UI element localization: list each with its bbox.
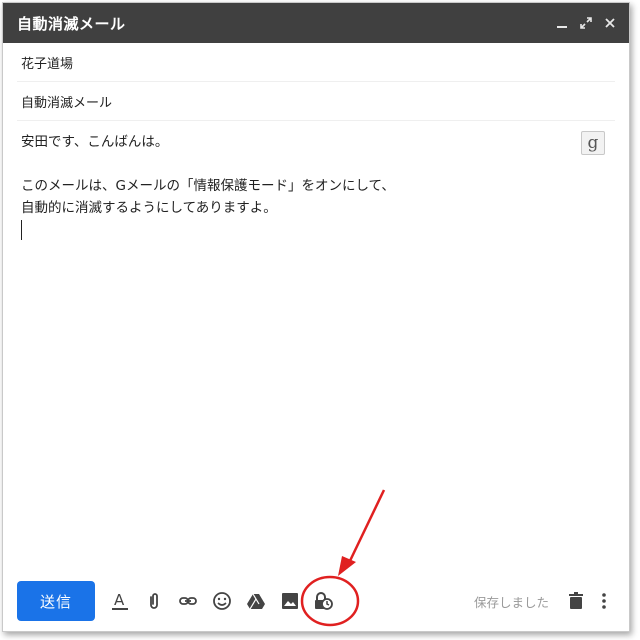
svg-text:A: A <box>114 591 125 609</box>
body-line: このメールは、Gメールの「情報保護モード」をオンにして、 <box>21 178 395 194</box>
confidential-mode-icon[interactable] <box>307 581 341 621</box>
compose-toolbar: 送信 A 保存しました <box>3 579 629 623</box>
subject-field[interactable]: 自動消滅メール <box>17 82 615 121</box>
compose-window: 自動消滅メール 花子道場 自動消滅メール 安田です、こんばんは。 このメールは、… <box>2 2 630 632</box>
expand-icon[interactable] <box>579 16 593 30</box>
compose-titlebar[interactable]: 自動消滅メール <box>3 3 629 43</box>
message-body[interactable]: 安田です、こんばんは。 このメールは、Gメールの「情報保護モード」をオンにして、… <box>17 121 615 571</box>
trash-icon[interactable] <box>559 581 593 621</box>
input-tools-button[interactable]: g <box>581 131 605 155</box>
recipient-text: 花子道場 <box>21 56 74 72</box>
body-line: 安田です、こんばんは。 <box>21 134 169 150</box>
body-line: 自動的に消滅するようにしてありますよ。 <box>21 200 277 216</box>
photo-icon[interactable] <box>273 581 307 621</box>
send-button[interactable]: 送信 <box>17 581 95 621</box>
text-cursor <box>21 220 22 240</box>
compose-title: 自動消滅メール <box>17 14 126 33</box>
saved-status: 保存しました <box>473 594 549 610</box>
link-icon[interactable] <box>171 581 205 621</box>
more-options-icon[interactable] <box>593 581 615 621</box>
emoji-icon[interactable] <box>205 581 239 621</box>
minimize-icon[interactable] <box>555 16 569 30</box>
attach-icon[interactable] <box>137 581 171 621</box>
close-icon[interactable] <box>603 16 617 30</box>
recipients-field[interactable]: 花子道場 <box>17 43 615 82</box>
subject-text: 自動消滅メール <box>21 95 113 111</box>
text-format-icon[interactable]: A <box>103 581 137 621</box>
drive-icon[interactable] <box>239 581 273 621</box>
